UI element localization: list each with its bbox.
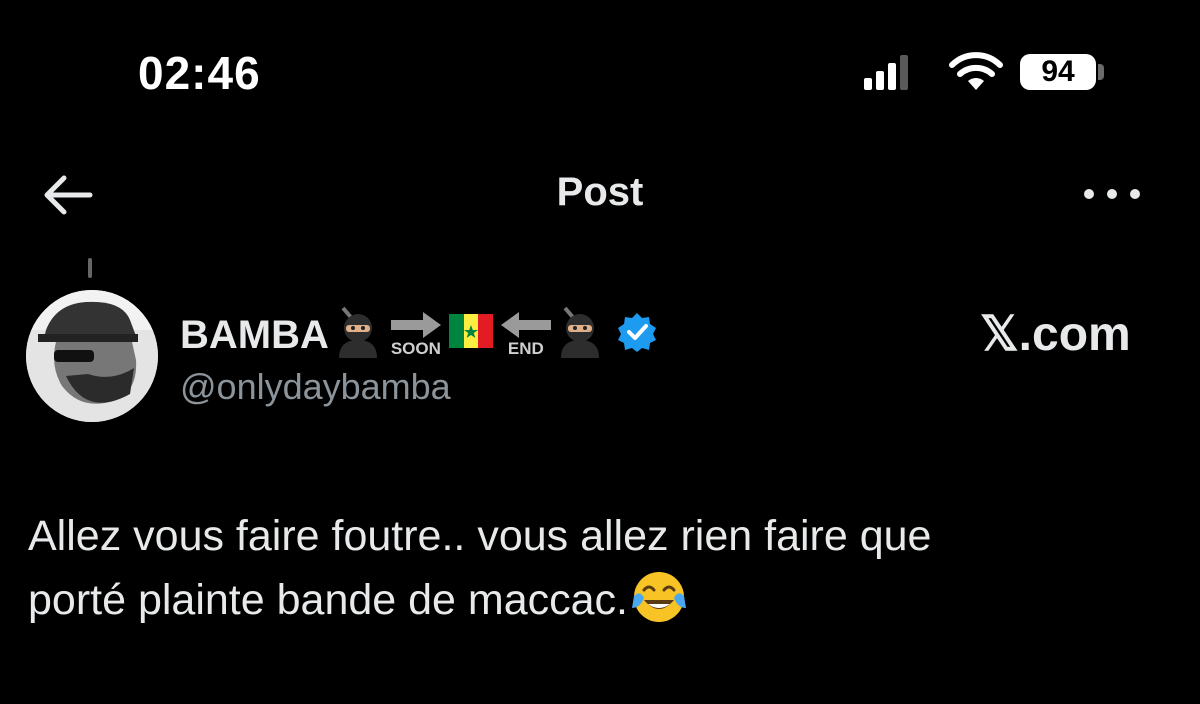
verified-badge-icon [617, 313, 656, 352]
nav-bar: Post [0, 150, 1200, 240]
senegal-flag-icon [448, 314, 493, 348]
end-caption: END [507, 339, 544, 358]
ninja-icon [338, 306, 377, 358]
status-time: 02:46 [138, 47, 261, 99]
ninja-icon [560, 306, 599, 358]
end-arrow-icon: END [499, 310, 553, 358]
tears-of-joy-icon [632, 572, 687, 622]
signal-bars-icon [864, 55, 908, 90]
thread-line [88, 258, 92, 278]
wifi-icon [949, 52, 1003, 90]
more-horizontal-icon[interactable] [1080, 174, 1144, 214]
avatar[interactable] [26, 290, 158, 422]
battery-level: 94 [1041, 55, 1075, 88]
post-text-line-2: porté plainte bande de maccac. [28, 568, 1178, 632]
post-text: Allez vous faire foutre.. vous allez rie… [28, 504, 1178, 632]
soon-caption: SOON [390, 339, 441, 358]
author-name-row[interactable]: BAMBA SOON END [180, 306, 657, 358]
soon-arrow-icon: SOON [389, 310, 443, 358]
x-com-label: 𝕏.com [980, 308, 1131, 361]
post-text-line: Allez vous faire foutre.. vous allez rie… [28, 512, 932, 560]
author-handle[interactable]: @onlydaybamba [180, 366, 451, 408]
author-name[interactable]: BAMBA [180, 313, 329, 358]
page-title: Post [556, 170, 644, 214]
post-text-line: porté plainte bande de maccac. [28, 576, 629, 624]
battery-icon: 94 [1020, 54, 1096, 90]
battery-nub [1098, 64, 1104, 80]
status-bar: 02:46 94 [0, 0, 1200, 140]
name-emoji-sequence: SOON END [333, 306, 609, 358]
